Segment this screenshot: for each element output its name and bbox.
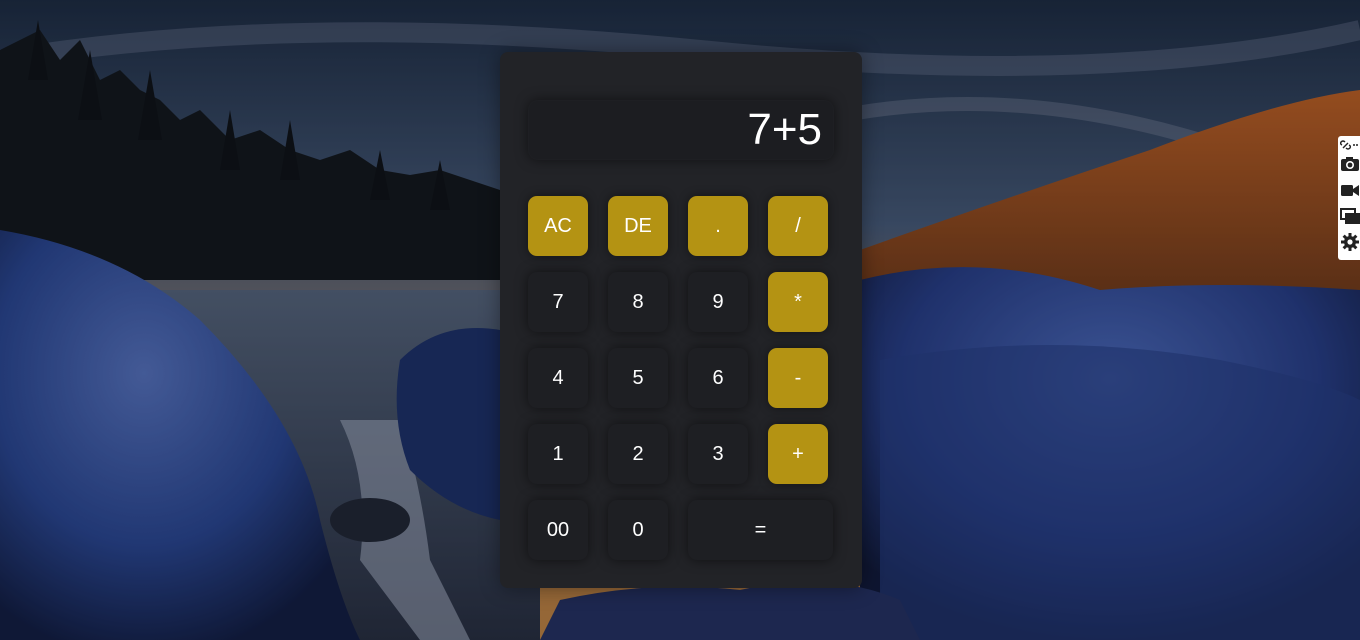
- video-icon[interactable]: [1340, 180, 1360, 200]
- plus-button[interactable]: +: [768, 424, 828, 484]
- gear-icon[interactable]: [1340, 232, 1360, 252]
- digit-1-button[interactable]: 1: [528, 424, 588, 484]
- digit-4-button[interactable]: 4: [528, 348, 588, 408]
- digit-5-button[interactable]: 5: [608, 348, 668, 408]
- digit-0-button[interactable]: 0: [608, 500, 668, 560]
- calculator-display: 7+5: [528, 100, 834, 160]
- digit-8-button[interactable]: 8: [608, 272, 668, 332]
- digit-2-button[interactable]: 2: [608, 424, 668, 484]
- divide-button[interactable]: /: [768, 196, 828, 256]
- link-icon[interactable]: [1339, 138, 1360, 150]
- equals-button[interactable]: =: [688, 500, 833, 560]
- screens-icon[interactable]: [1340, 206, 1360, 226]
- minus-button[interactable]: -: [768, 348, 828, 408]
- decimal-button[interactable]: .: [688, 196, 748, 256]
- multiply-button[interactable]: *: [768, 272, 828, 332]
- digit-3-button[interactable]: 3: [688, 424, 748, 484]
- digit-9-button[interactable]: 9: [688, 272, 748, 332]
- digit-6-button[interactable]: 6: [688, 348, 748, 408]
- delete-button[interactable]: DE: [608, 196, 668, 256]
- clear-all-button[interactable]: AC: [528, 196, 588, 256]
- calculator-panel: 7+5 AC DE . / 7 8 9 * 4 5 6 - 1 2 3 + 00…: [500, 52, 862, 588]
- double-zero-button[interactable]: 00: [528, 500, 588, 560]
- side-toolbar: [1338, 136, 1360, 260]
- camera-icon[interactable]: [1340, 154, 1360, 174]
- digit-7-button[interactable]: 7: [528, 272, 588, 332]
